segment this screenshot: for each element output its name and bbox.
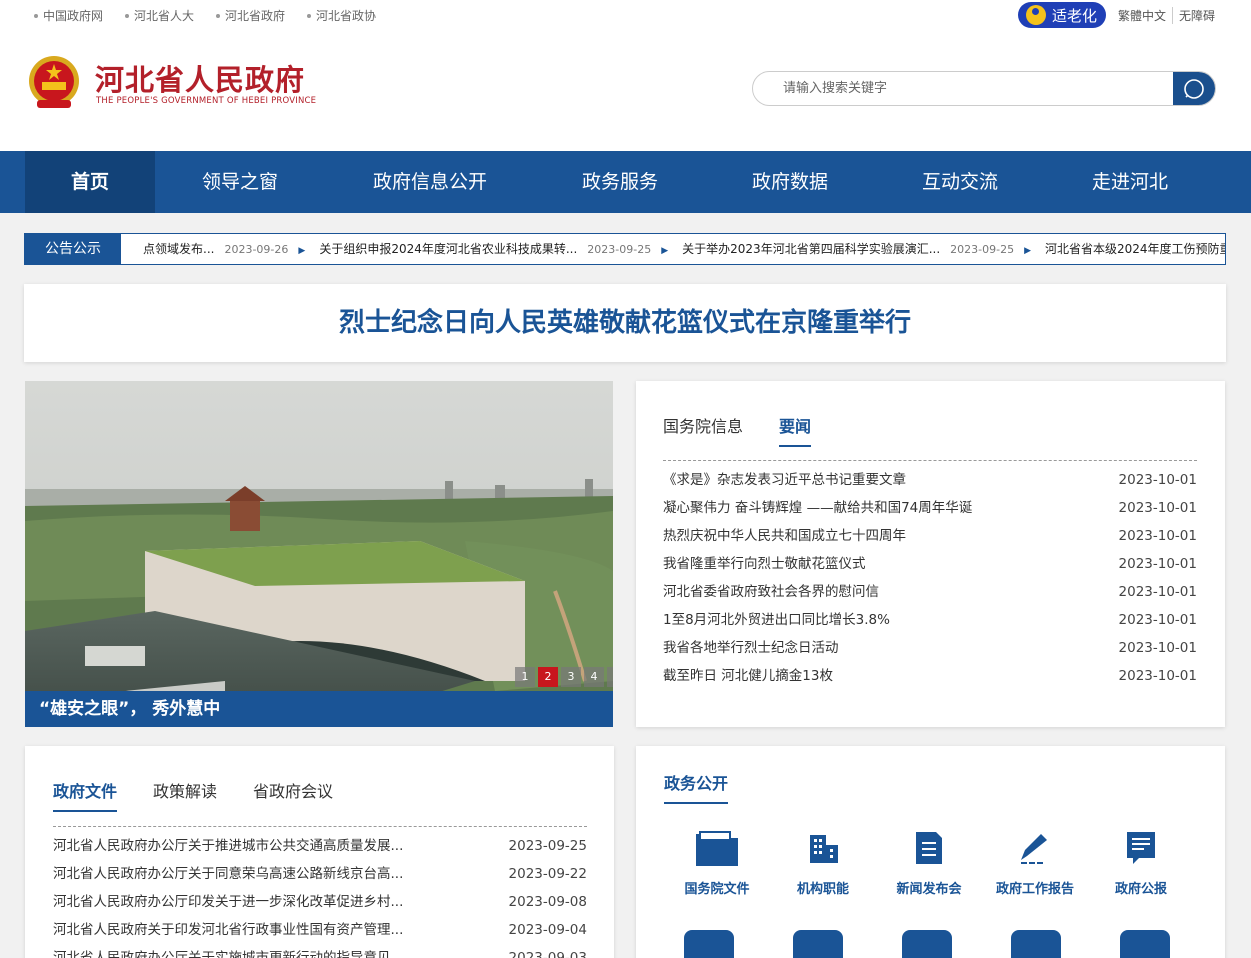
notice-item[interactable]: 关于组织申报2024年度河北省农业科技成果转... 2023-09-25 ▶ (319, 234, 674, 264)
arrow-right-icon: ▶ (1024, 246, 1031, 256)
service-work-report[interactable]: 政府工作报告 (982, 826, 1088, 897)
affairs-header: 政务公开 (664, 770, 764, 804)
search-box (752, 71, 1216, 106)
service-gazette[interactable]: 政府公报 (1088, 826, 1194, 897)
right-links: 繁體中文 无障碍 (1112, 7, 1221, 24)
arrow-right-icon: ▶ (298, 246, 306, 256)
news-list: 《求是》杂志发表习近平总书记重要文章 2023-10-01 凝心聚伟力 奋斗铸辉煌… (663, 466, 1197, 690)
pen-icon (1021, 834, 1047, 864)
top-links: 中国政府网 河北省人大 河北省政府 河北省政协 (34, 7, 398, 24)
nav-info-disclosure[interactable]: 政府信息公开 (345, 151, 515, 213)
slider-page-2[interactable]: 2 (538, 667, 558, 687)
tab-state-council-info[interactable]: 国务院信息 (663, 413, 743, 447)
site-title: 河北省人民政府 (95, 63, 306, 97)
list-item[interactable]: 截至昨日 河北健儿摘金13枚 2023-10-01 (663, 662, 1197, 690)
divider (53, 826, 587, 827)
elder-mode-label: 适老化 (1052, 6, 1098, 25)
nav-data[interactable]: 政府数据 (725, 151, 855, 213)
list-item[interactable]: 凝心聚伟力 奋斗铸辉煌 ——献给共和国74周年华诞 2023-10-01 (663, 494, 1197, 522)
elder-icon (1026, 5, 1046, 25)
accessibility-link[interactable]: 无障碍 (1172, 7, 1221, 24)
nav-home[interactable]: 首页 (25, 151, 155, 213)
national-emblem-icon (29, 56, 79, 108)
tab-gov-meetings[interactable]: 省政府会议 (253, 778, 333, 812)
file-icon[interactable] (684, 930, 734, 958)
list-item[interactable]: 河北省委省政府致社会各界的慰问信 2023-10-01 (663, 578, 1197, 606)
nav-leaders[interactable]: 领导之窗 (175, 151, 305, 213)
tab-gov-documents[interactable]: 政府文件 (53, 778, 118, 812)
notice-item[interactable]: 河北省省本级2024年度工伤预防重点 (1045, 234, 1225, 264)
notice-track: 点领域发布... 2023-09-26 ▶ 关于组织申报2024年度河北省农业科技成果… (143, 234, 1225, 264)
traditional-chinese-link[interactable]: 繁體中文 (1112, 7, 1172, 24)
documents-card: 政府文件 政策解读 省政府会议 河北省人民政府办公厅关于推进城市公共交通高质量发… (25, 746, 614, 958)
notice-item[interactable]: 关于举办2023年河北省第四届科学实验展演汇... 2023-09-25 ▶ (682, 234, 1037, 264)
slider-page-1[interactable]: 1 (515, 667, 535, 687)
folder-icon (696, 831, 738, 866)
slider-page-3[interactable]: 3 (561, 667, 581, 687)
top-bar: 中国政府网 河北省人大 河北省政府 河北省政协 适老化 繁體中文 无障碍 (0, 0, 1251, 30)
service-institutions[interactable]: 机构职能 (770, 826, 876, 897)
bulletin-icon (1127, 832, 1155, 864)
list-item[interactable]: 河北省人民政府办公厅印发关于进一步深化改革促进乡村... 2023-09-08 (53, 888, 587, 916)
list-item[interactable]: 1至8月河北外贸进出口同比增长3.8% 2023-10-01 (663, 606, 1197, 634)
building-icon (810, 835, 838, 863)
list-item[interactable]: 《求是》杂志发表习近平总书记重要文章 2023-10-01 (663, 466, 1197, 494)
nav-about-hebei[interactable]: 走进河北 (1065, 151, 1195, 213)
top-link-hebei-cppcc[interactable]: 河北省政协 (307, 7, 376, 24)
affairs-card: 政务公开 国务院文件 机构职能 新闻发布会 政府工作报告 政府公报 (636, 746, 1225, 958)
nav-services[interactable]: 政务服务 (555, 151, 685, 213)
slider-page-4[interactable]: 4 (584, 667, 604, 687)
service-label: 机构职能 (796, 882, 849, 897)
main-nav: 首页 领导之窗 政府信息公开 政务服务 政府数据 互动交流 走进河北 (0, 151, 1251, 213)
slider-caption[interactable]: “雄安之眼”， 秀外慧中 (25, 691, 613, 727)
divider (663, 460, 1197, 461)
documents-list: 河北省人民政府办公厅关于推进城市公共交通高质量发展... 2023-09-25 河… (53, 832, 587, 958)
notice-ticker: 公告公示 点领域发布... 2023-09-26 ▶ 关于组织申报2024年度河北省农… (24, 233, 1226, 265)
yuan-icon[interactable] (793, 930, 843, 958)
notice-label: 公告公示 (25, 234, 121, 264)
service-press-conference[interactable]: 新闻发布会 (876, 826, 982, 897)
cart-icon[interactable] (1011, 930, 1061, 958)
service-label: 新闻发布会 (896, 882, 962, 897)
news-tabs: 国务院信息 要闻 (663, 413, 847, 447)
top-link-hebei-gov[interactable]: 河北省政府 (216, 7, 285, 24)
top-link-hebei-npc[interactable]: 河北省人大 (125, 7, 194, 24)
top-link-gov-cn[interactable]: 中国政府网 (34, 7, 103, 24)
elder-mode-button[interactable]: 适老化 (1018, 2, 1106, 28)
list-item[interactable]: 我省各地举行烈士纪念日活动 2023-10-01 (663, 634, 1197, 662)
list-item[interactable]: 河北省人民政府办公厅关于同意荣乌高速公路新线京台高... 2023-09-22 (53, 860, 587, 888)
people-icon[interactable] (1120, 930, 1170, 958)
list-item[interactable]: 河北省人民政府办公厅关于实施城市更新行动的指导意见 2023-09-03 (53, 944, 587, 958)
service-label: 政府工作报告 (995, 882, 1074, 897)
service-label: 政府公报 (1114, 882, 1167, 897)
arrow-right-icon: ▶ (661, 246, 669, 256)
nav-interaction[interactable]: 互动交流 (895, 151, 1025, 213)
list-item[interactable]: 河北省人民政府关于印发河北省行政事业性国有资产管理... 2023-09-04 (53, 916, 587, 944)
list-item[interactable]: 河北省人民政府办公厅关于推进城市公共交通高质量发展... 2023-09-25 (53, 832, 587, 860)
slider-page-5[interactable]: 5 (607, 667, 613, 687)
photo-slider[interactable]: 1 2 3 4 5 “雄安之眼”， 秀外慧中 (25, 381, 613, 727)
list-item[interactable]: 热烈庆祝中华人民共和国成立七十四周年 2023-10-01 (663, 522, 1197, 550)
header: 河北省人民政府 THE PEOPLE'S GOVERNMENT OF HEBEI… (0, 30, 1251, 151)
list-item[interactable]: 我省隆重举行向烈士敬献花篮仪式 2023-10-01 (663, 550, 1197, 578)
document-icon (916, 832, 942, 864)
site-title-en: THE PEOPLE'S GOVERNMENT OF HEBEI PROVINC… (96, 96, 317, 106)
search-icon (1184, 78, 1204, 99)
layers-icon[interactable] (902, 930, 952, 958)
news-card: 国务院信息 要闻 《求是》杂志发表习近平总书记重要文章 2023-10-01 凝心… (636, 381, 1225, 727)
tab-policy-interpretation[interactable]: 政策解读 (153, 778, 217, 812)
slider-pagination: 1 2 3 4 5 (515, 667, 613, 687)
affairs-title[interactable]: 政务公开 (664, 770, 729, 804)
documents-tabs: 政府文件 政策解读 省政府会议 (53, 778, 369, 812)
search-input[interactable] (753, 72, 1173, 105)
search-button[interactable] (1173, 72, 1215, 105)
notice-item[interactable]: 点领域发布... 2023-09-26 ▶ (143, 234, 311, 264)
service-label: 国务院文件 (684, 882, 750, 897)
service-state-council-docs[interactable]: 国务院文件 (664, 826, 770, 897)
tab-top-news[interactable]: 要闻 (779, 413, 812, 447)
headline-news[interactable]: 烈士纪念日向人民英雄敬献花篮仪式在京隆重举行 (24, 284, 1226, 362)
